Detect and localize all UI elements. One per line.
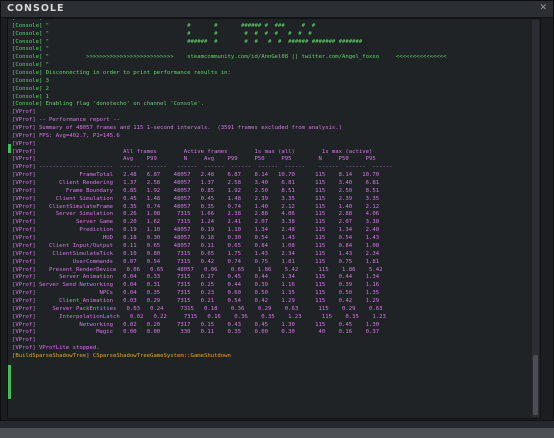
console-window: CONSOLE ✕ [Console] " [Console] " # # ###…	[0, 0, 554, 428]
log-line: [VProf] HUD 0.18 0.30 48057 0.18 0.30 0.…	[12, 235, 380, 242]
log-line: [Console] "	[12, 62, 50, 69]
log-line: [Console] " # # # # # # # # #	[12, 30, 312, 37]
log-line: [VProf] Summary of 48057 frames and 115 …	[12, 125, 343, 132]
log-line: [VProf] Networking 0.02 0.20 7317 0.15 0…	[12, 321, 380, 328]
log-line: [Console] 1	[12, 93, 50, 100]
log-line: [Console] Enabling flag 'donotecho' on c…	[12, 101, 204, 108]
log-line: [VProf] Frame Boundary 0.85 1.92 48057 0…	[12, 187, 380, 194]
log-line: [VProf] Avg P99 N Avg P99 P50 P95 N P50 …	[12, 156, 376, 163]
log-line: [VProf]	[12, 109, 36, 116]
close-icon[interactable]: ✕	[539, 3, 547, 13]
log-line: [VProf] -- Performance report --	[12, 117, 120, 124]
log-line: [VProf]	[12, 337, 36, 344]
log-line: [Console] " >>>>>>>>>>>>>>>>>>>>>>>>>> s…	[12, 54, 447, 61]
log-line: [VProf] UserCommands 0.07 0.54 7315 0.42…	[12, 258, 380, 265]
log-line: [VProf] InterpolationLatch 0.02 0.22 731…	[12, 313, 386, 320]
log-line: [VProf] Server Game 0.20 1.62 7315 1.24 …	[12, 219, 380, 226]
log-line: [Console] " # # ###### # ### # #	[12, 22, 316, 29]
log-line: [VProf] Server Send Networking 0.04 0.31…	[12, 282, 380, 289]
log-line: [VProf] VProfLite stopped.	[12, 345, 100, 352]
log-line: [VProf] ---------------------- ------ --…	[12, 164, 393, 171]
log-line: [VProf] Present_RenderDevice 0.06 0.65 4…	[12, 266, 383, 273]
log-line: [VProf] Magic 0.00 0.00 330 0.11 0.35 0.…	[12, 329, 380, 336]
log-line: [Console] Disconnecting in order to prin…	[12, 70, 231, 77]
log-line: [VProf] All frames Active frames 1s max …	[12, 148, 373, 155]
console-log[interactable]: [Console] " [Console] " # # ###### # ### …	[7, 18, 541, 419]
log-lines: [Console] " [Console] " # # ###### # ### …	[12, 19, 530, 361]
log-line: [VProf]	[12, 140, 36, 147]
title-bar[interactable]: CONSOLE ✕	[1, 1, 553, 18]
log-line: [VProf] FrameTotal 2.48 6.87 48057 2.48 …	[12, 172, 380, 179]
log-line: [Console] 2	[12, 85, 50, 92]
log-line: [Console] 3	[12, 77, 50, 84]
background-strip	[0, 428, 554, 438]
log-line: [VProf] Server PackEntities 0.03 0.24 73…	[12, 305, 383, 312]
window-title: CONSOLE	[7, 3, 65, 14]
log-line: [VProf] Client Rendering 1.37 2.58 48057…	[12, 180, 380, 187]
log-line: [Console] " ###### # # # # # ###### ####…	[12, 38, 363, 45]
log-line: [VProf] Server Animation 0.04 0.33 7315 …	[12, 274, 380, 281]
log-line: [VProf] NPCs 0.04 0.35 7315 0.23 0.60 0.…	[12, 290, 380, 297]
log-line: [VProf] Client Simulation 0.45 1.48 4805…	[12, 195, 380, 202]
log-line: [VProf] Server Simulation 0.26 1.08 7315…	[12, 211, 380, 218]
selection-marker	[8, 365, 11, 399]
log-line: [VProf] Client_Animation 0.03 0.29 7315 …	[12, 297, 380, 304]
log-line: [Console] "	[12, 46, 50, 53]
log-line: [VProf] ClientSimulateFrame 0.35 0.74 48…	[12, 203, 380, 210]
log-line: [VProf] Prediction 0.19 1.10 48057 0.19 …	[12, 227, 380, 234]
log-line: [BuildSparseShadowTree] CSparseShadowTre…	[12, 352, 231, 359]
log-line: [VProf] Client Input/Output 0.11 0.65 48…	[12, 242, 380, 249]
scrollbar-thumb[interactable]	[533, 355, 538, 415]
log-line: [VProf] FPS: Avg=402.7, P1=145.6	[12, 132, 120, 139]
log-line: [VProf] ClientSimulateTick 0.10 0.80 731…	[12, 250, 380, 257]
selection-marker	[8, 144, 11, 153]
